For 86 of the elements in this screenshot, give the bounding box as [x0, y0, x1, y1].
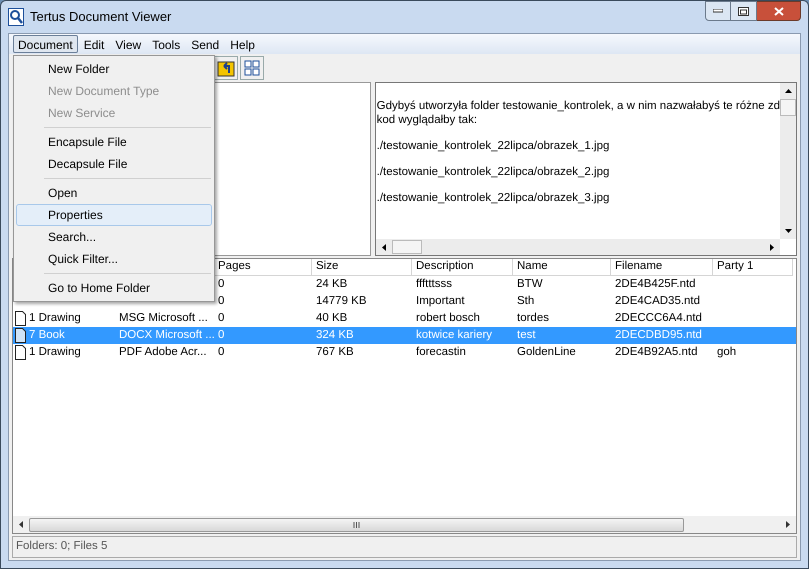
table-cell-text: ffftttsss: [416, 276, 452, 292]
scrollbar-thumb[interactable]: [780, 99, 796, 116]
document-icon: [15, 328, 26, 343]
preview-text: kod wyglądałby tak:: [376, 113, 478, 127]
table-cell-text: BTW: [517, 276, 543, 292]
maximize-icon: [738, 6, 749, 16]
scroll-right-icon: [770, 244, 774, 250]
table-cell-text: 0: [218, 328, 224, 343]
table-cell-text: Sth: [517, 294, 534, 309]
table-cell-text: 2DECCC6A4.ntd: [615, 310, 702, 326]
scroll-down-icon: [784, 229, 792, 233]
horizontal-scrollbar[interactable]: [376, 239, 780, 255]
preview-text: ./testowanie_kontrolek_22lipca/obrazek_2.jpg: [376, 165, 610, 179]
menu-bar-item[interactable]: Edit: [78, 35, 110, 53]
table-cell-text: 2DE4CAD35.ntd: [615, 294, 700, 309]
preview-text: ./testowanie_kontrolek_22lipca/obrazek_1.jpg: [376, 139, 610, 153]
preview-text: Gdybyś utworzyła folder testowanie_kontrolek, a w nim nazwałabyś te różne zd: [376, 99, 780, 113]
scrollbar-thumb[interactable]: [29, 518, 684, 532]
menu-bar-item[interactable]: Document: [13, 35, 78, 53]
table-cell-text: 40 KB: [316, 310, 348, 326]
status-text: Folders: 0; Files 5: [16, 539, 108, 554]
column-header[interactable]: Description: [412, 259, 513, 276]
column-header[interactable]: Filename: [611, 259, 713, 276]
table-cell-text: GoldenLine: [517, 344, 576, 360]
table-cell-text: 2DECDBD95.ntd: [615, 328, 702, 343]
table-cell-text: 324 KB: [316, 328, 354, 343]
menu-bar-item[interactable]: View: [110, 35, 146, 53]
menu-item[interactable]: Open: [16, 182, 212, 204]
table-cell-text: 1 Drawing: [29, 344, 81, 360]
scroll-left-icon: [382, 244, 386, 250]
table-cell-text: tordes: [517, 310, 549, 326]
table-cell-text: 2DE4B425F.ntd: [615, 276, 696, 292]
menu-item[interactable]: Encapsule File: [16, 131, 212, 153]
table-cell-text: PDF Adobe Acr...: [119, 344, 207, 360]
maximize-button[interactable]: [731, 1, 757, 21]
close-icon: [774, 6, 784, 16]
table-cell-text: kotwice kariery: [416, 328, 492, 343]
table-cell-text: 0: [218, 310, 224, 326]
table-cell-text: 767 KB: [316, 344, 354, 360]
file-row[interactable]: 1 Drawing MSG Microsoft ... 0 40 KB robert bosch tordes 2DECCC6A4.ntd: [13, 310, 796, 327]
document-icon: [15, 311, 26, 326]
scroll-left-icon: [19, 521, 23, 528]
grip-icon: [353, 522, 360, 528]
preview-text: ./testowanie_kontrolek_22lipca/obrazek_3.jpg: [376, 191, 610, 205]
grid-icon: [243, 59, 261, 77]
menu-bar-item[interactable]: Help: [225, 35, 260, 53]
scroll-right-icon: [786, 521, 790, 528]
table-cell-text: 24 KB: [316, 276, 348, 292]
menu-item[interactable]: Properties: [16, 204, 212, 226]
table-cell-text: robert bosch: [416, 310, 480, 326]
scroll-up-icon: [784, 89, 792, 93]
column-header[interactable]: Party 1: [713, 259, 793, 276]
minimize-button[interactable]: [705, 1, 731, 21]
column-header[interactable]: Size: [312, 259, 412, 276]
table-cell-text: 14779 KB: [316, 294, 367, 309]
table-cell-text: 2DE4B92A5.ntd: [615, 344, 698, 360]
document-icon: [15, 345, 26, 360]
column-header[interactable]: Name: [513, 259, 611, 276]
menu-item[interactable]: Go to Home Folder: [16, 277, 212, 299]
menu-bar-item[interactable]: Send: [186, 35, 224, 53]
table-cell-text: MSG Microsoft ...: [119, 310, 208, 326]
minimize-icon: [713, 9, 723, 13]
column-header[interactable]: Pages: [214, 259, 312, 276]
menu-item[interactable]: New Folder: [16, 58, 212, 80]
table-cell-text: goh: [717, 344, 736, 360]
menu-bar-item[interactable]: Tools: [147, 35, 186, 53]
scrollbar-thumb[interactable]: [392, 240, 422, 254]
table-cell-text: forecastin: [416, 344, 466, 360]
menu-item[interactable]: Decapsule File: [16, 153, 212, 175]
table-cell-text: 0: [218, 344, 224, 360]
vertical-scrollbar[interactable]: [780, 83, 796, 239]
table-cell-text: 1 Drawing: [29, 310, 81, 326]
window-title: Tertus Document Viewer: [30, 8, 172, 26]
menu-item[interactable]: Quick Filter...: [16, 248, 212, 270]
table-cell-text: DOCX Microsoft ...: [119, 328, 214, 343]
file-row[interactable]: 1 Drawing PDF Adobe Acr... 0 767 KB forecastin GoldenLine 2DE4B92A5.ntd goh: [13, 344, 796, 361]
table-cell-text: Important: [416, 294, 465, 309]
table-cell-text: 7 Book: [29, 328, 65, 343]
table-cell-text: 0: [218, 276, 224, 292]
magnifier-icon: [8, 8, 24, 26]
table-cell-text: 0: [218, 294, 224, 309]
menu-item[interactable]: Search...: [16, 226, 212, 248]
view-grid-button[interactable]: [240, 56, 264, 80]
table-cell-text: test: [517, 328, 536, 343]
horizontal-scrollbar[interactable]: [13, 516, 796, 533]
close-button[interactable]: [757, 1, 801, 21]
